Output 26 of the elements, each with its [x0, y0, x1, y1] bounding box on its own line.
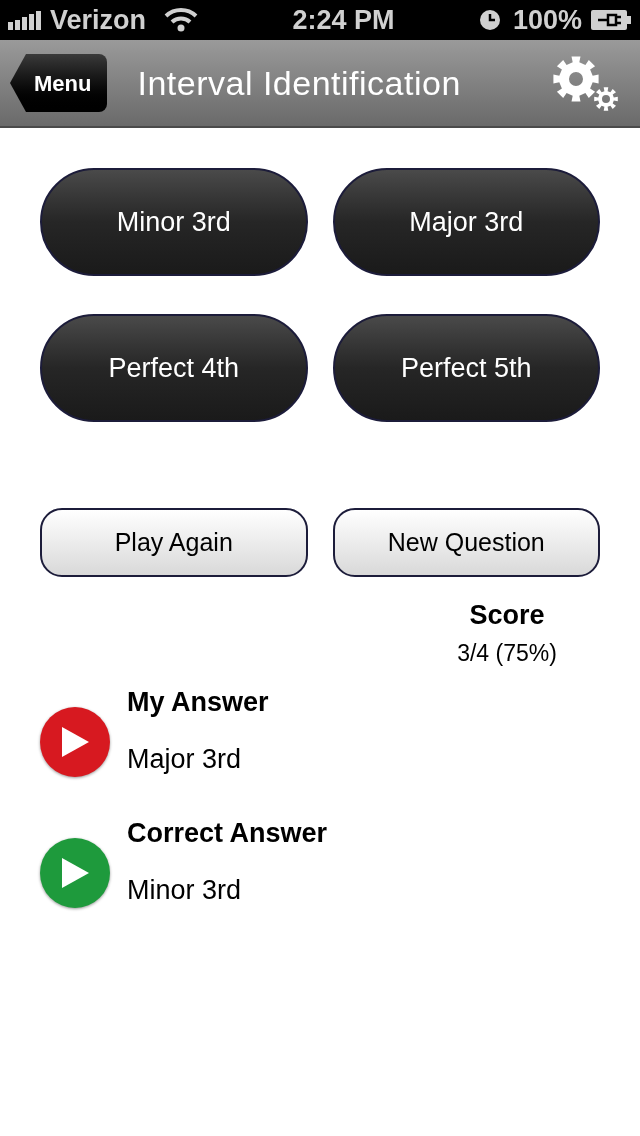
answer-choice-button[interactable]: Major 3rd: [332, 168, 600, 276]
battery-percent: 100%: [512, 3, 582, 37]
answer-heading: Correct Answer: [127, 817, 328, 850]
score-label: Score: [469, 599, 545, 632]
wifi-icon: [164, 8, 199, 32]
answer-value: Major 3rd: [127, 742, 243, 776]
play-icon: [60, 856, 90, 889]
back-button[interactable]: Menu: [10, 54, 108, 112]
play-icon: [60, 725, 90, 758]
clock-icon: [478, 9, 501, 31]
signal-icon: [8, 10, 44, 30]
battery-charging-icon: [590, 9, 632, 31]
answer-value: Minor 3rd: [127, 873, 243, 907]
action-button[interactable]: Play Again: [40, 508, 308, 577]
play-button[interactable]: [40, 706, 110, 777]
answer-choice-button[interactable]: Minor 3rd: [40, 168, 308, 276]
answer-choice-button[interactable]: Perfect 4th: [40, 314, 308, 422]
answer-heading: My Answer: [127, 686, 269, 719]
score-value: 3/4 (75%): [457, 638, 557, 668]
action-button[interactable]: New Question: [332, 508, 600, 577]
carrier-name: Verizon: [50, 3, 147, 37]
settings-icon[interactable]: [550, 55, 620, 111]
answer-choice-button[interactable]: Perfect 5th: [332, 314, 600, 422]
play-button[interactable]: [40, 837, 110, 908]
status-time: 2:24 PM: [291, 3, 396, 37]
screen-title: Interval Identification: [137, 62, 461, 104]
